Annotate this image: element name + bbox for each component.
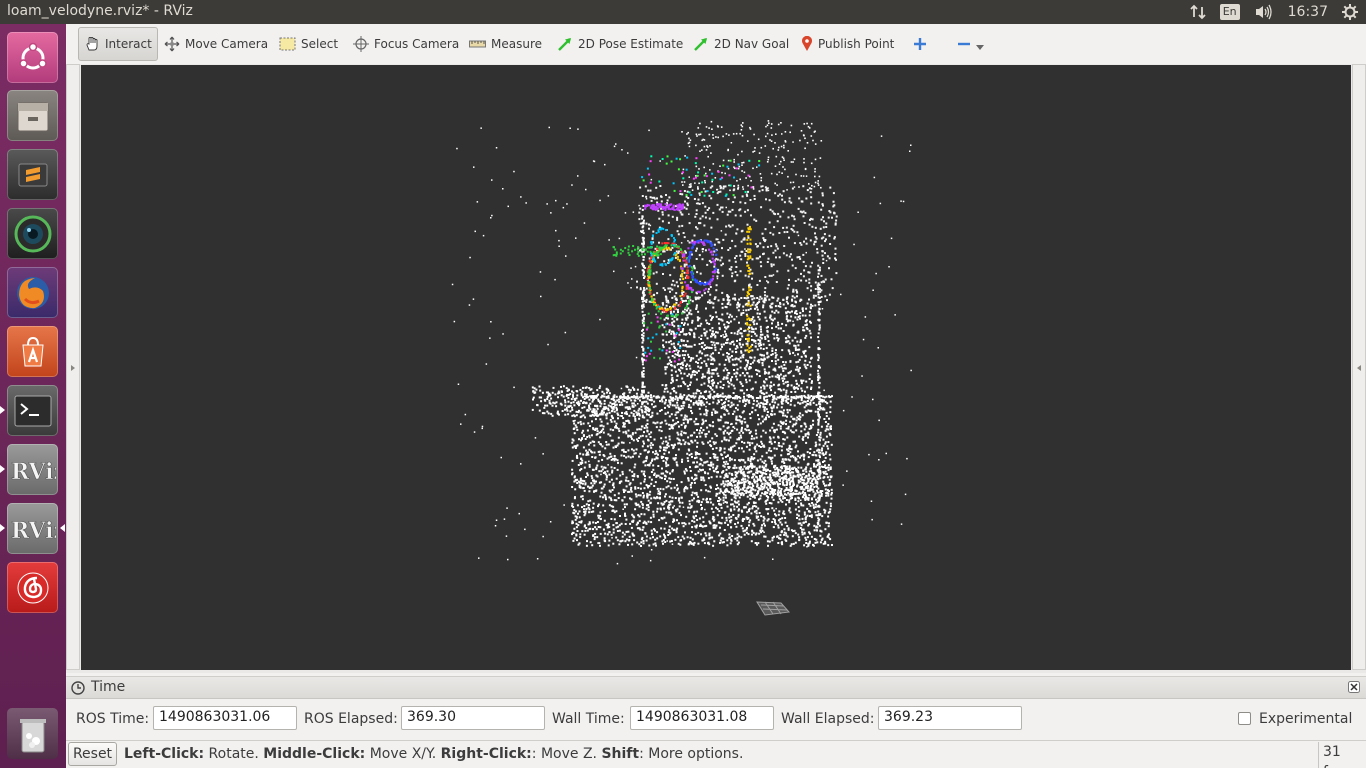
- nav-goal-label: 2D Nav Goal: [714, 37, 790, 51]
- minus-icon: [957, 37, 971, 51]
- rviz-icon[interactable]: RViz: [7, 503, 58, 554]
- ros-time-label: ROS Time:: [76, 711, 150, 727]
- 3d-render-viewport[interactable]: [81, 65, 1351, 670]
- map-pin-icon: [801, 36, 813, 52]
- reset-button[interactable]: Reset: [68, 742, 117, 766]
- sublime-text-icon[interactable]: [7, 149, 58, 200]
- publish-point-tool-button[interactable]: Publish Point: [796, 27, 899, 61]
- move-camera-label: Move Camera: [185, 37, 269, 51]
- publish-point-label: Publish Point: [818, 37, 895, 51]
- measure-tool-button[interactable]: Measure: [464, 27, 547, 61]
- status-bar: Reset Left-Click: Rotate. Middle-Click: …: [66, 740, 1366, 768]
- top-panel: loam_velodyne.rviz* - RViz En 16:37: [0, 0, 1366, 24]
- left-click-key: Left-Click:: [124, 746, 205, 762]
- launcher: RViz RViz: [0, 24, 66, 768]
- close-icon[interactable]: [1348, 681, 1360, 697]
- wall-elapsed-label: Wall Elapsed:: [781, 711, 875, 727]
- ros-elapsed-label: ROS Elapsed:: [304, 711, 398, 727]
- interact-tool-button[interactable]: Interact: [78, 27, 158, 61]
- ros-time-field[interactable]: 1490863031.06: [153, 706, 297, 730]
- chevron-down-icon: [976, 37, 984, 51]
- middle-click-action: Move X/Y.: [365, 746, 441, 762]
- green-arrow-icon: [557, 36, 573, 52]
- focus-camera-tool-button[interactable]: Focus Camera: [348, 27, 464, 61]
- time-panel-title: Time: [91, 679, 126, 695]
- move-arrows-icon: [164, 36, 180, 52]
- fps-counter: 31 fps: [1318, 742, 1366, 768]
- focus-camera-label: Focus Camera: [374, 37, 460, 51]
- clock[interactable]: 16:37: [1288, 4, 1328, 20]
- software-center-icon[interactable]: [7, 326, 58, 377]
- time-panel: Time ROS Time: 1490863031.06 ROS Elapsed…: [66, 676, 1366, 740]
- running-indicator: [0, 524, 5, 532]
- rviz-toolbar: Interact Move Camera Select Focus Camera…: [66, 24, 1366, 64]
- pose-estimate-tool-button[interactable]: 2D Pose Estimate: [552, 27, 688, 61]
- plus-icon: [913, 37, 927, 51]
- svg-text:RViz: RViz: [11, 459, 56, 485]
- firefox-icon[interactable]: [7, 267, 58, 318]
- gear-icon[interactable]: [1342, 4, 1358, 20]
- select-tool-button[interactable]: Select: [274, 27, 343, 61]
- ruler-icon: [469, 39, 486, 49]
- experimental-label: Experimental: [1259, 711, 1353, 727]
- add-tool-button[interactable]: [908, 27, 932, 61]
- interact-label: Interact: [105, 37, 152, 51]
- hand-icon: [84, 36, 100, 52]
- network-icon[interactable]: [1190, 4, 1206, 20]
- left-dock-handle[interactable]: [66, 64, 80, 670]
- select-label: Select: [301, 37, 339, 51]
- right-dock-handle[interactable]: [1352, 64, 1366, 670]
- keyboard-layout-indicator[interactable]: En: [1219, 4, 1240, 20]
- running-indicator: [0, 465, 5, 473]
- experimental-checkbox[interactable]: [1238, 712, 1251, 725]
- right-click-action: : Move Z.: [531, 746, 602, 762]
- nav-goal-tool-button[interactable]: 2D Nav Goal: [688, 27, 794, 61]
- wall-time-field[interactable]: 1490863031.08: [630, 706, 774, 730]
- crosshair-icon: [353, 36, 369, 52]
- camera-icon[interactable]: [7, 208, 58, 259]
- wall-time-label: Wall Time:: [552, 711, 625, 727]
- indicator-area: En 16:37: [1190, 0, 1358, 24]
- terminal-icon[interactable]: [7, 385, 58, 436]
- selection-rectangle-icon: [279, 37, 296, 51]
- left-click-action: Rotate.: [204, 746, 264, 762]
- netease-music-icon[interactable]: [7, 562, 58, 613]
- status-hint: Left-Click: Rotate. Middle-Click: Move X…: [124, 746, 743, 762]
- running-indicator: [0, 406, 5, 414]
- volume-icon[interactable]: [1254, 4, 1274, 20]
- trash-icon[interactable]: [7, 708, 58, 759]
- clock-icon: [71, 681, 85, 699]
- focused-indicator: [60, 524, 65, 532]
- files-icon[interactable]: [7, 90, 58, 141]
- right-click-key: Right-Click:: [440, 746, 532, 762]
- shift-key: Shift: [601, 746, 640, 762]
- measure-label: Measure: [491, 37, 542, 51]
- move-camera-tool-button[interactable]: Move Camera: [159, 27, 273, 61]
- pose-estimate-label: 2D Pose Estimate: [578, 37, 684, 51]
- wall-elapsed-field[interactable]: 369.23: [878, 706, 1022, 730]
- svg-text:RViz: RViz: [11, 518, 56, 544]
- rviz-icon[interactable]: RViz: [7, 444, 58, 495]
- ubuntu-dash-icon[interactable]: [7, 32, 58, 83]
- window-title: loam_velodyne.rviz* - RViz: [7, 3, 193, 19]
- ros-elapsed-field[interactable]: 369.30: [401, 706, 545, 730]
- remove-tool-button[interactable]: [952, 27, 989, 61]
- middle-click-key: Middle-Click:: [263, 746, 366, 762]
- point-cloud-map: [451, 120, 912, 616]
- green-arrow-icon: [693, 36, 709, 52]
- shift-action: : More options.: [639, 746, 744, 762]
- time-panel-header: Time: [66, 677, 1366, 699]
